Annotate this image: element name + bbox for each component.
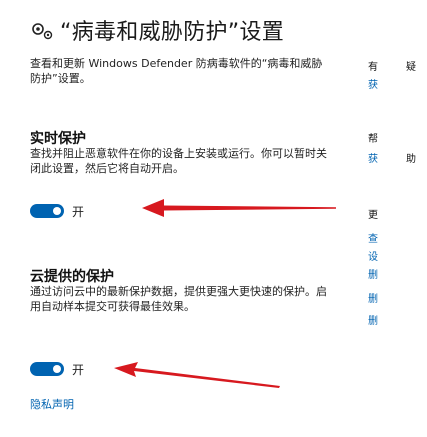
cloud-protection-heading: 云提供的保护	[30, 269, 114, 285]
cloud-protection-toggle[interactable]	[30, 362, 64, 376]
sidebar-section1-title: 有	[368, 62, 379, 73]
sidebar-link-2[interactable]: 设	[368, 248, 379, 263]
sidebar-get-help-link[interactable]: 获	[368, 150, 379, 165]
settings-gear-icon	[30, 20, 56, 42]
sidebar-help-tail: 助	[406, 154, 417, 165]
sidebar-help-title: 帮	[368, 134, 379, 145]
realtime-protection-description: 查找并阻止恶意软件在你的设备上安装或运行。你可以暂时关闭此设置，然后它将自动开启…	[30, 147, 327, 175]
sidebar-link-5[interactable]: 删	[368, 312, 379, 327]
sidebar-section1-tail: 疑	[406, 62, 417, 73]
annotation-arrow-icon	[142, 199, 336, 217]
realtime-toggle-state-label: 开	[72, 205, 85, 219]
sidebar-change-title: 更	[368, 210, 379, 221]
realtime-protection-toggle[interactable]	[30, 204, 64, 218]
sidebar-section1-link[interactable]: 获	[368, 76, 379, 91]
cloud-toggle-state-label: 开	[72, 363, 85, 377]
cloud-protection-description: 通过访问云中的最新保护数据，提供更强大更快速的保护。启用自动样本提交可获得最佳效…	[30, 285, 327, 313]
sidebar-link-4[interactable]: 删	[368, 290, 379, 305]
privacy-statement-link[interactable]: 隐私声明	[30, 396, 74, 412]
sidebar-link-3[interactable]: 删	[368, 266, 379, 281]
realtime-protection-heading: 实时保护	[30, 131, 86, 147]
page-description: 查看和更新 Windows Defender 防病毒软件的“病毒和威胁防护”设置…	[30, 57, 323, 85]
page-title: “病毒和威胁防护”设置	[60, 20, 285, 45]
sidebar-link-1[interactable]: 查	[368, 230, 379, 245]
annotation-arrow-icon	[114, 362, 280, 388]
